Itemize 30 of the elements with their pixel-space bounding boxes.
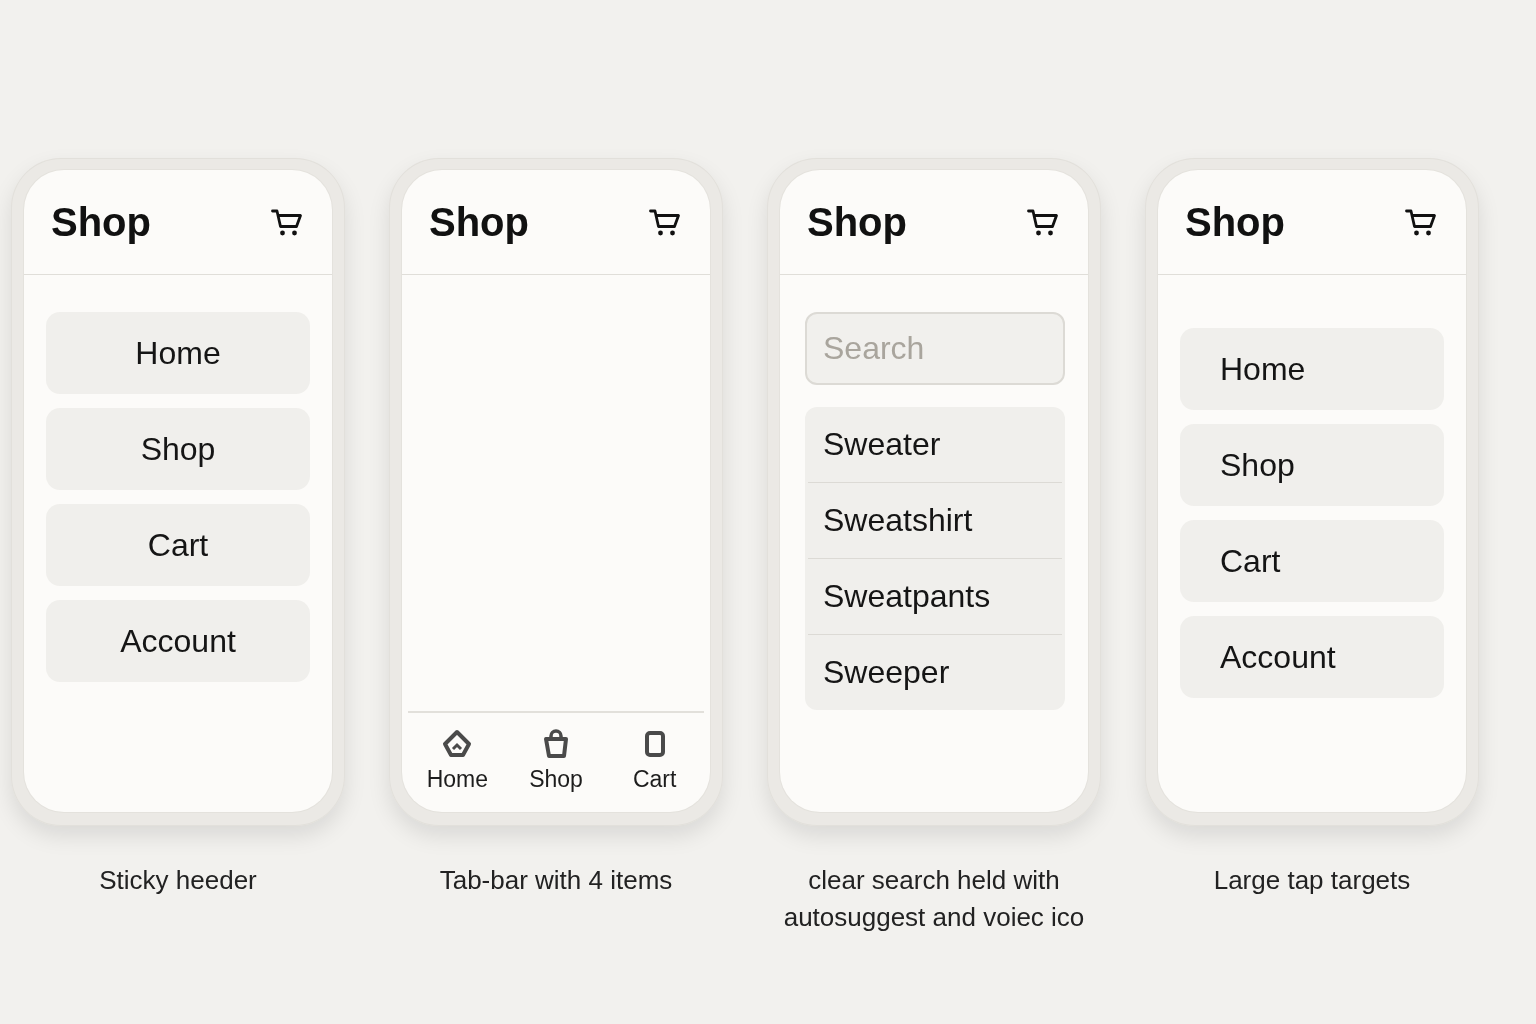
cart-icon[interactable] bbox=[1405, 207, 1437, 237]
search-field[interactable]: Search bbox=[805, 312, 1065, 385]
cart-icon[interactable] bbox=[271, 207, 303, 237]
menu-item[interactable]: Shop bbox=[1180, 424, 1444, 506]
menu-item[interactable]: Shop bbox=[46, 408, 310, 490]
menu-item[interactable]: Account bbox=[46, 600, 310, 682]
app-title: Shop bbox=[429, 199, 529, 245]
suggestion-item[interactable]: Sweater bbox=[808, 407, 1062, 482]
app-title: Shop bbox=[807, 199, 907, 245]
caption: Large tap targets bbox=[1213, 864, 1411, 897]
menu-item[interactable]: Cart bbox=[1180, 520, 1444, 602]
menu-item[interactable]: Account bbox=[1180, 616, 1444, 698]
caption: Tab-bar with 4 items bbox=[439, 864, 673, 897]
suggestion-item[interactable]: Sweeper bbox=[808, 634, 1062, 710]
menu-item[interactable]: Cart bbox=[46, 504, 310, 586]
app-title: Shop bbox=[51, 199, 151, 245]
tab-item[interactable]: Cart bbox=[605, 713, 704, 812]
menu-item[interactable]: Home bbox=[46, 312, 310, 394]
cart-icon[interactable] bbox=[1027, 207, 1059, 237]
app-title: Shop bbox=[1185, 199, 1285, 245]
suggestion-item[interactable]: Sweatshirt bbox=[808, 482, 1062, 558]
house-icon bbox=[442, 729, 473, 759]
menu-item[interactable]: Home bbox=[1180, 328, 1444, 410]
caption: Sticky heeder bbox=[99, 864, 257, 897]
tab-item[interactable]: Shop bbox=[506, 713, 606, 812]
tab-item[interactable]: Home bbox=[408, 713, 507, 812]
bag-icon bbox=[541, 729, 571, 759]
cart-icon[interactable] bbox=[649, 207, 681, 237]
suggestion-item[interactable]: Sweatpants bbox=[808, 558, 1062, 634]
caption: clear search held with autosuggest and voiec ico bbox=[783, 864, 1085, 934]
